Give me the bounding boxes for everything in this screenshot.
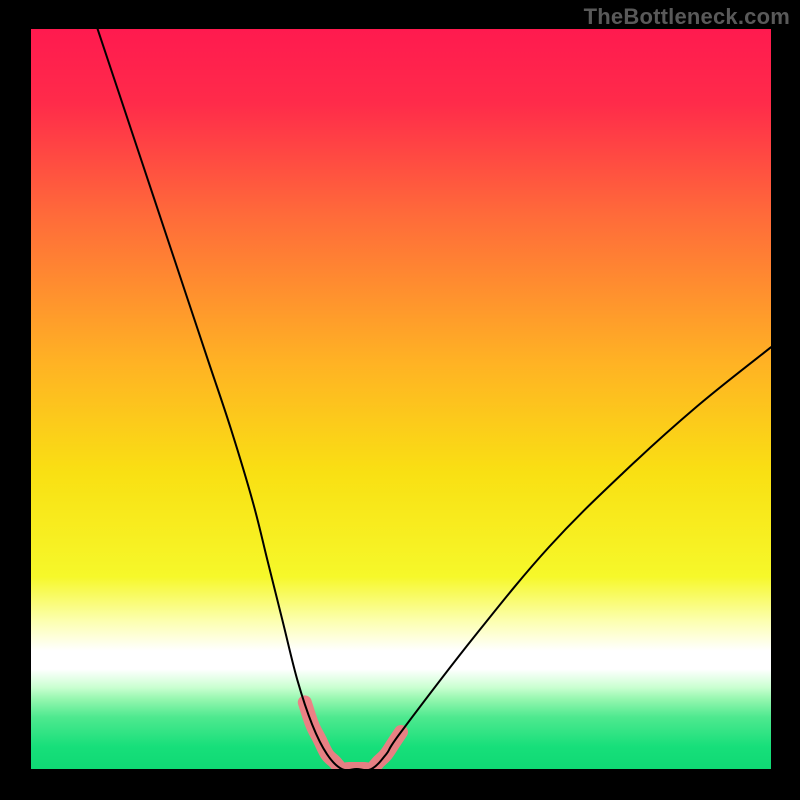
chart-frame: TheBottleneck.com — [0, 0, 800, 800]
watermark-text: TheBottleneck.com — [584, 4, 790, 30]
plot-svg — [31, 29, 771, 769]
plot-area — [31, 29, 771, 769]
gradient-background — [31, 29, 771, 769]
